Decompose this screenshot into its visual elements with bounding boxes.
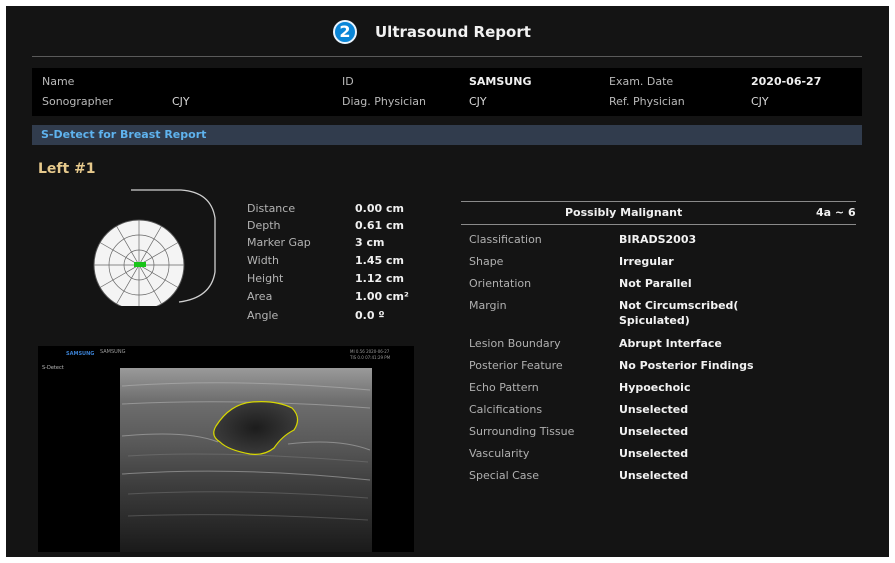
result-label: Shape [469, 255, 504, 268]
measure-label: Depth [247, 219, 281, 232]
ref-physician-label: Ref. Physician [609, 95, 685, 108]
result-value: Abrupt Interface [619, 337, 722, 350]
result-value: Not Parallel [619, 277, 692, 290]
result-label: Classification [469, 233, 542, 246]
id-value: SAMSUNG [469, 75, 532, 88]
brand-small: SAMSUNG [100, 349, 126, 355]
result-label: Echo Pattern [469, 381, 539, 394]
report-title: Ultrasound Report [375, 23, 531, 41]
result-value: Irregular [619, 255, 674, 268]
result-value: Unselected [619, 403, 689, 416]
result-assessment: Possibly Malignant [565, 206, 683, 219]
measure-value: 3 cm [355, 236, 385, 249]
id-label: ID [342, 75, 354, 88]
breast-clock-diagram-icon [93, 189, 216, 306]
lesion-title: Left #1 [38, 161, 96, 177]
measure-value: 0.0 º [355, 309, 385, 322]
diag-physician-label: Diag. Physician [342, 95, 426, 108]
result-label: Lesion Boundary [469, 337, 561, 350]
result-header: Possibly Malignant 4a ~ 6 [461, 201, 856, 225]
result-value: Unselected [619, 469, 689, 482]
result-label: Special Case [469, 469, 540, 482]
measure-label: Marker Gap [247, 236, 311, 249]
number-badge-icon: 2 [333, 20, 357, 44]
exam-date-value: 2020-06-27 [751, 75, 822, 88]
patient-info-panel: Name ID SAMSUNG Exam. Date 2020-06-27 So… [32, 68, 862, 116]
measure-label: Area [247, 290, 273, 303]
measure-label: Width [247, 254, 279, 267]
brand-logo: SAMSUNG [66, 351, 95, 357]
measure-value: 0.00 cm [355, 202, 404, 215]
result-value: Unselected [619, 447, 689, 460]
measure-value: 1.00 cm² [355, 290, 409, 303]
sonographer-label: Sonographer [42, 95, 113, 108]
result-value: Hypoechoic [619, 381, 691, 394]
result-label: Posterior Feature [469, 359, 563, 372]
result-label: Calcifications [469, 403, 543, 416]
ref-physician-value: CJY [751, 95, 769, 108]
image-info-1: MI 0.56 2020-06-27 [350, 349, 390, 354]
measure-label: Angle [247, 309, 279, 322]
measure-label: Distance [247, 202, 296, 215]
image-info-2: TIS 0.0 07:41:29 PM [350, 355, 391, 360]
section-header: S-Detect for Breast Report [32, 125, 862, 145]
sonographer-value: CJY [172, 95, 190, 108]
measure-label: Height [247, 272, 284, 285]
ultrasound-image: SAMSUNG SAMSUNG S-Detect MI 0.56 2020-06… [38, 346, 414, 552]
result-value: Not Circumscribed( [619, 299, 739, 312]
result-label: Surrounding Tissue [469, 425, 575, 438]
exam-date-label: Exam. Date [609, 75, 674, 88]
result-label: Margin [469, 299, 507, 312]
result-value: No Posterior Findings [619, 359, 754, 372]
measure-value: 0.61 cm [355, 219, 404, 232]
lesion-marker [134, 262, 146, 267]
measure-value: 1.45 cm [355, 254, 404, 267]
name-label: Name [42, 75, 75, 88]
diag-physician-value: CJY [469, 95, 487, 108]
result-value: Unselected [619, 425, 689, 438]
result-label: Orientation [469, 277, 532, 290]
report-screen: 2 Ultrasound Report Name ID SAMSUNG Exam… [6, 6, 889, 557]
title-bar: 2 Ultrasound Report [6, 6, 889, 62]
result-value: BIRADS2003 [619, 233, 697, 246]
result-label: Vascularity [469, 447, 530, 460]
section-title: S-Detect for Breast Report [41, 128, 207, 141]
image-mode: S-Detect [42, 365, 64, 371]
result-grade: 4a ~ 6 [816, 206, 856, 219]
title-divider [32, 56, 862, 57]
measure-value: 1.12 cm [355, 272, 404, 285]
result-value-cont: Spiculated) [619, 314, 690, 327]
